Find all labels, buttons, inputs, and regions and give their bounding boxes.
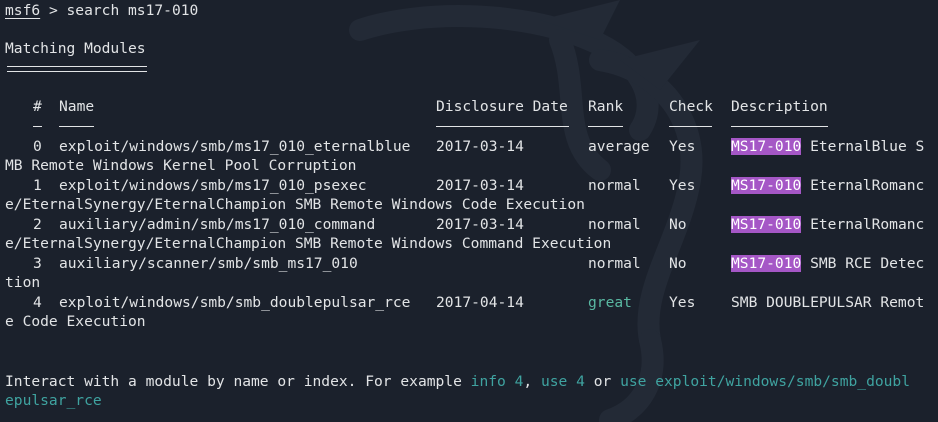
description: MS17-010 EternalRomanc <box>731 176 924 196</box>
description-text: EternalRomanc <box>801 177 925 194</box>
example-use-index-command: use 4 <box>540 373 585 390</box>
header-name: Name <box>59 98 95 115</box>
description: MS17-010 EternalBlue S <box>731 137 924 157</box>
separator-date <box>436 126 569 127</box>
description-wrap: e/EternalSynergy/EternalChampion SMB Rem… <box>5 196 585 213</box>
row-index: 2 <box>33 216 42 233</box>
section-title: Matching Modules <box>5 40 146 57</box>
description-text: EternalRomanc <box>801 216 925 233</box>
check: No <box>669 255 687 272</box>
description-wrap: tion <box>5 274 41 291</box>
rank: normal <box>588 177 641 194</box>
terminal[interactable]: msf6 > search ms17-010 Matching Modules … <box>0 0 938 422</box>
disclosure-date: 2017-03-14 <box>436 138 524 155</box>
description: MS17-010 EternalRomanc <box>731 215 924 235</box>
footer-comma: , <box>523 373 541 390</box>
command-text: search ms17-010 <box>66 2 199 19</box>
disclosure-date: 2017-03-14 <box>436 216 524 233</box>
description-wrap: e/EternalSynergy/EternalChampion SMB Rem… <box>5 235 612 252</box>
separator-num <box>33 126 42 127</box>
check: Yes <box>669 177 696 194</box>
header-check: Check <box>669 98 713 115</box>
separator-check <box>669 126 712 127</box>
check: Yes <box>669 294 696 311</box>
example-use-path-command-wrap: epulsar_rce <box>5 392 102 409</box>
module-name: auxiliary/admin/smb/ms17_010_command <box>59 216 376 233</box>
footer-text: Interact with a module by name or index.… <box>5 373 471 390</box>
check: No <box>669 216 687 233</box>
search-highlight: MS17-010 <box>731 255 802 272</box>
description-wrap: MB Remote Windows Kernel Pool Corruption <box>5 157 357 174</box>
title-double-underline <box>7 66 147 72</box>
module-name: exploit/windows/smb/ms17_010_eternalblue <box>59 138 411 155</box>
module-name: exploit/windows/smb/smb_doublepulsar_rce <box>59 294 411 311</box>
description-wrap: e Code Execution <box>5 313 146 330</box>
row-index: 1 <box>33 177 42 194</box>
description: MS17-010 SMB RCE Detec <box>731 254 924 274</box>
header-num: # <box>33 98 42 115</box>
example-info-command: info 4 <box>470 373 524 390</box>
separator-description <box>731 126 828 127</box>
module-name: auxiliary/scanner/smb/smb_ms17_010 <box>59 255 358 272</box>
check: Yes <box>669 138 696 155</box>
disclosure-date: 2017-03-14 <box>436 177 524 194</box>
header-description: Description <box>731 98 828 115</box>
search-highlight: MS17-010 <box>731 216 802 233</box>
separator-name <box>59 126 94 127</box>
row-index: 4 <box>33 294 42 311</box>
description: SMB DOUBLEPULSAR Remot <box>731 294 925 311</box>
rank: normal <box>588 255 641 272</box>
rank: great <box>588 294 632 311</box>
description-text: EternalBlue S <box>801 138 925 155</box>
prompt-app: msf6 <box>5 2 41 19</box>
prompt-line: msf6 > search ms17-010 <box>5 1 198 21</box>
header-rank: Rank <box>588 98 624 115</box>
row-index: 3 <box>33 255 42 272</box>
search-highlight: MS17-010 <box>731 138 802 155</box>
module-name: exploit/windows/smb/ms17_010_psexec <box>59 177 367 194</box>
rank: normal <box>588 216 641 233</box>
description-text: SMB RCE Detec <box>801 255 925 272</box>
footer-or: or <box>584 373 621 390</box>
search-highlight: MS17-010 <box>731 177 802 194</box>
disclosure-date: 2017-04-14 <box>436 294 524 311</box>
row-index: 0 <box>33 138 42 155</box>
header-date: Disclosure Date <box>436 98 568 115</box>
footer-hint: Interact with a module by name or index.… <box>5 372 910 392</box>
separator-rank <box>588 126 623 127</box>
prompt-symbol: > <box>40 2 67 19</box>
example-use-path-command: use exploit/windows/smb/smb_doubl <box>620 373 911 390</box>
rank: average <box>588 138 650 155</box>
